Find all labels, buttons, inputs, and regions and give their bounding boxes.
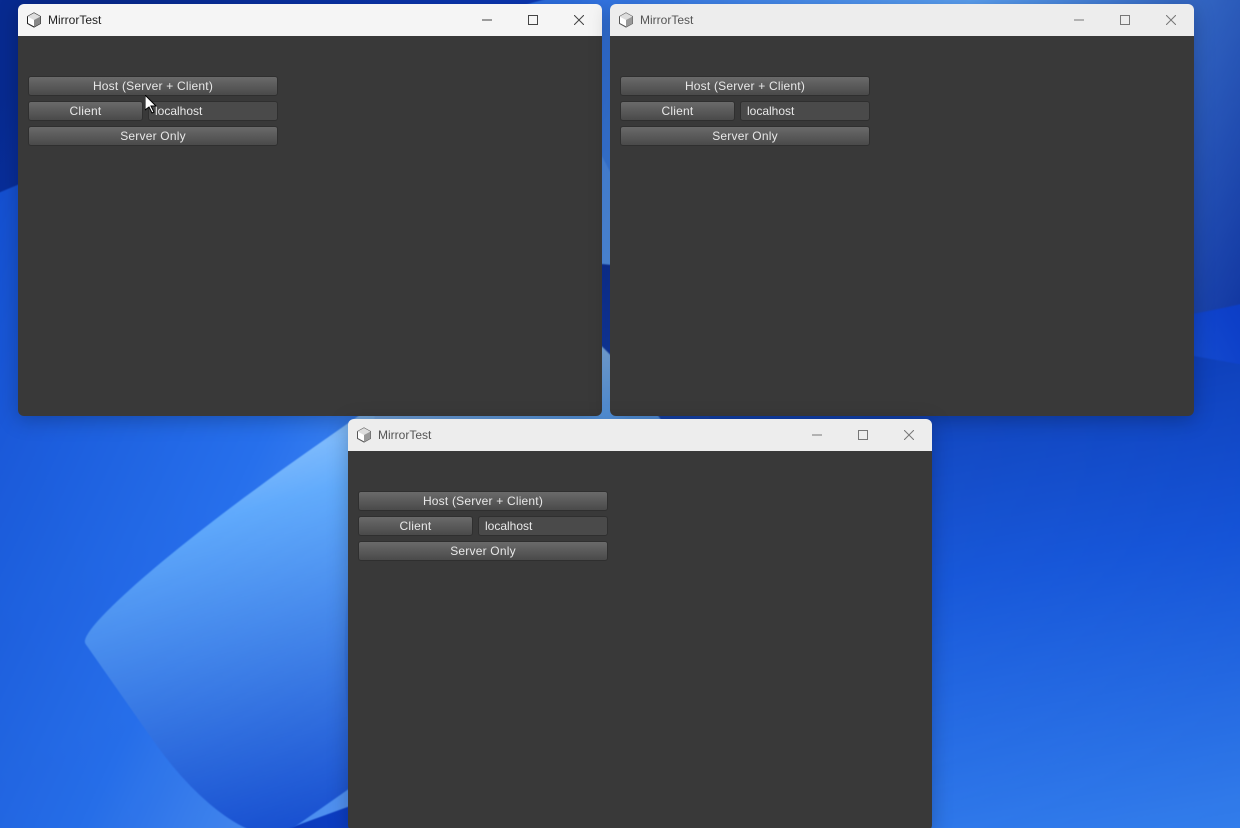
minimize-button[interactable] (1056, 4, 1102, 36)
server-only-button[interactable]: Server Only (28, 126, 278, 146)
unity-app-icon (26, 12, 42, 28)
close-button[interactable] (556, 4, 602, 36)
address-input[interactable]: localhost (740, 101, 870, 121)
window-title: MirrorTest (48, 13, 101, 27)
network-hud: Host (Server + Client) Client localhost … (620, 76, 870, 151)
game-viewport: Host (Server + Client) Client localhost … (610, 36, 1194, 416)
network-hud: Host (Server + Client) Client localhost … (28, 76, 278, 151)
window-title: MirrorTest (640, 13, 693, 27)
titlebar[interactable]: MirrorTest (610, 4, 1194, 36)
host-button[interactable]: Host (Server + Client) (358, 491, 608, 511)
maximize-button[interactable] (840, 419, 886, 451)
server-only-button[interactable]: Server Only (620, 126, 870, 146)
window-title: MirrorTest (378, 428, 431, 442)
maximize-button[interactable] (1102, 4, 1148, 36)
address-input[interactable]: localhost (478, 516, 608, 536)
game-viewport: Host (Server + Client) Client localhost … (18, 36, 602, 416)
network-hud: Host (Server + Client) Client localhost … (358, 491, 608, 566)
unity-app-icon (356, 427, 372, 443)
app-window: MirrorTest Host (Server + Client) Client… (348, 419, 932, 828)
server-only-button[interactable]: Server Only (358, 541, 608, 561)
client-button[interactable]: Client (28, 101, 143, 121)
client-button[interactable]: Client (358, 516, 473, 536)
app-window: MirrorTest Host (Server + Client) Client… (610, 4, 1194, 416)
desktop: MirrorTest Host (Server + Client) Client… (0, 0, 1240, 828)
host-button[interactable]: Host (Server + Client) (28, 76, 278, 96)
minimize-button[interactable] (464, 4, 510, 36)
close-button[interactable] (886, 419, 932, 451)
client-button[interactable]: Client (620, 101, 735, 121)
address-input[interactable]: localhost (148, 101, 278, 121)
maximize-button[interactable] (510, 4, 556, 36)
close-button[interactable] (1148, 4, 1194, 36)
titlebar[interactable]: MirrorTest (18, 4, 602, 36)
game-viewport: Host (Server + Client) Client localhost … (348, 451, 932, 828)
unity-app-icon (618, 12, 634, 28)
titlebar[interactable]: MirrorTest (348, 419, 932, 451)
minimize-button[interactable] (794, 419, 840, 451)
app-window: MirrorTest Host (Server + Client) Client… (18, 4, 602, 416)
host-button[interactable]: Host (Server + Client) (620, 76, 870, 96)
